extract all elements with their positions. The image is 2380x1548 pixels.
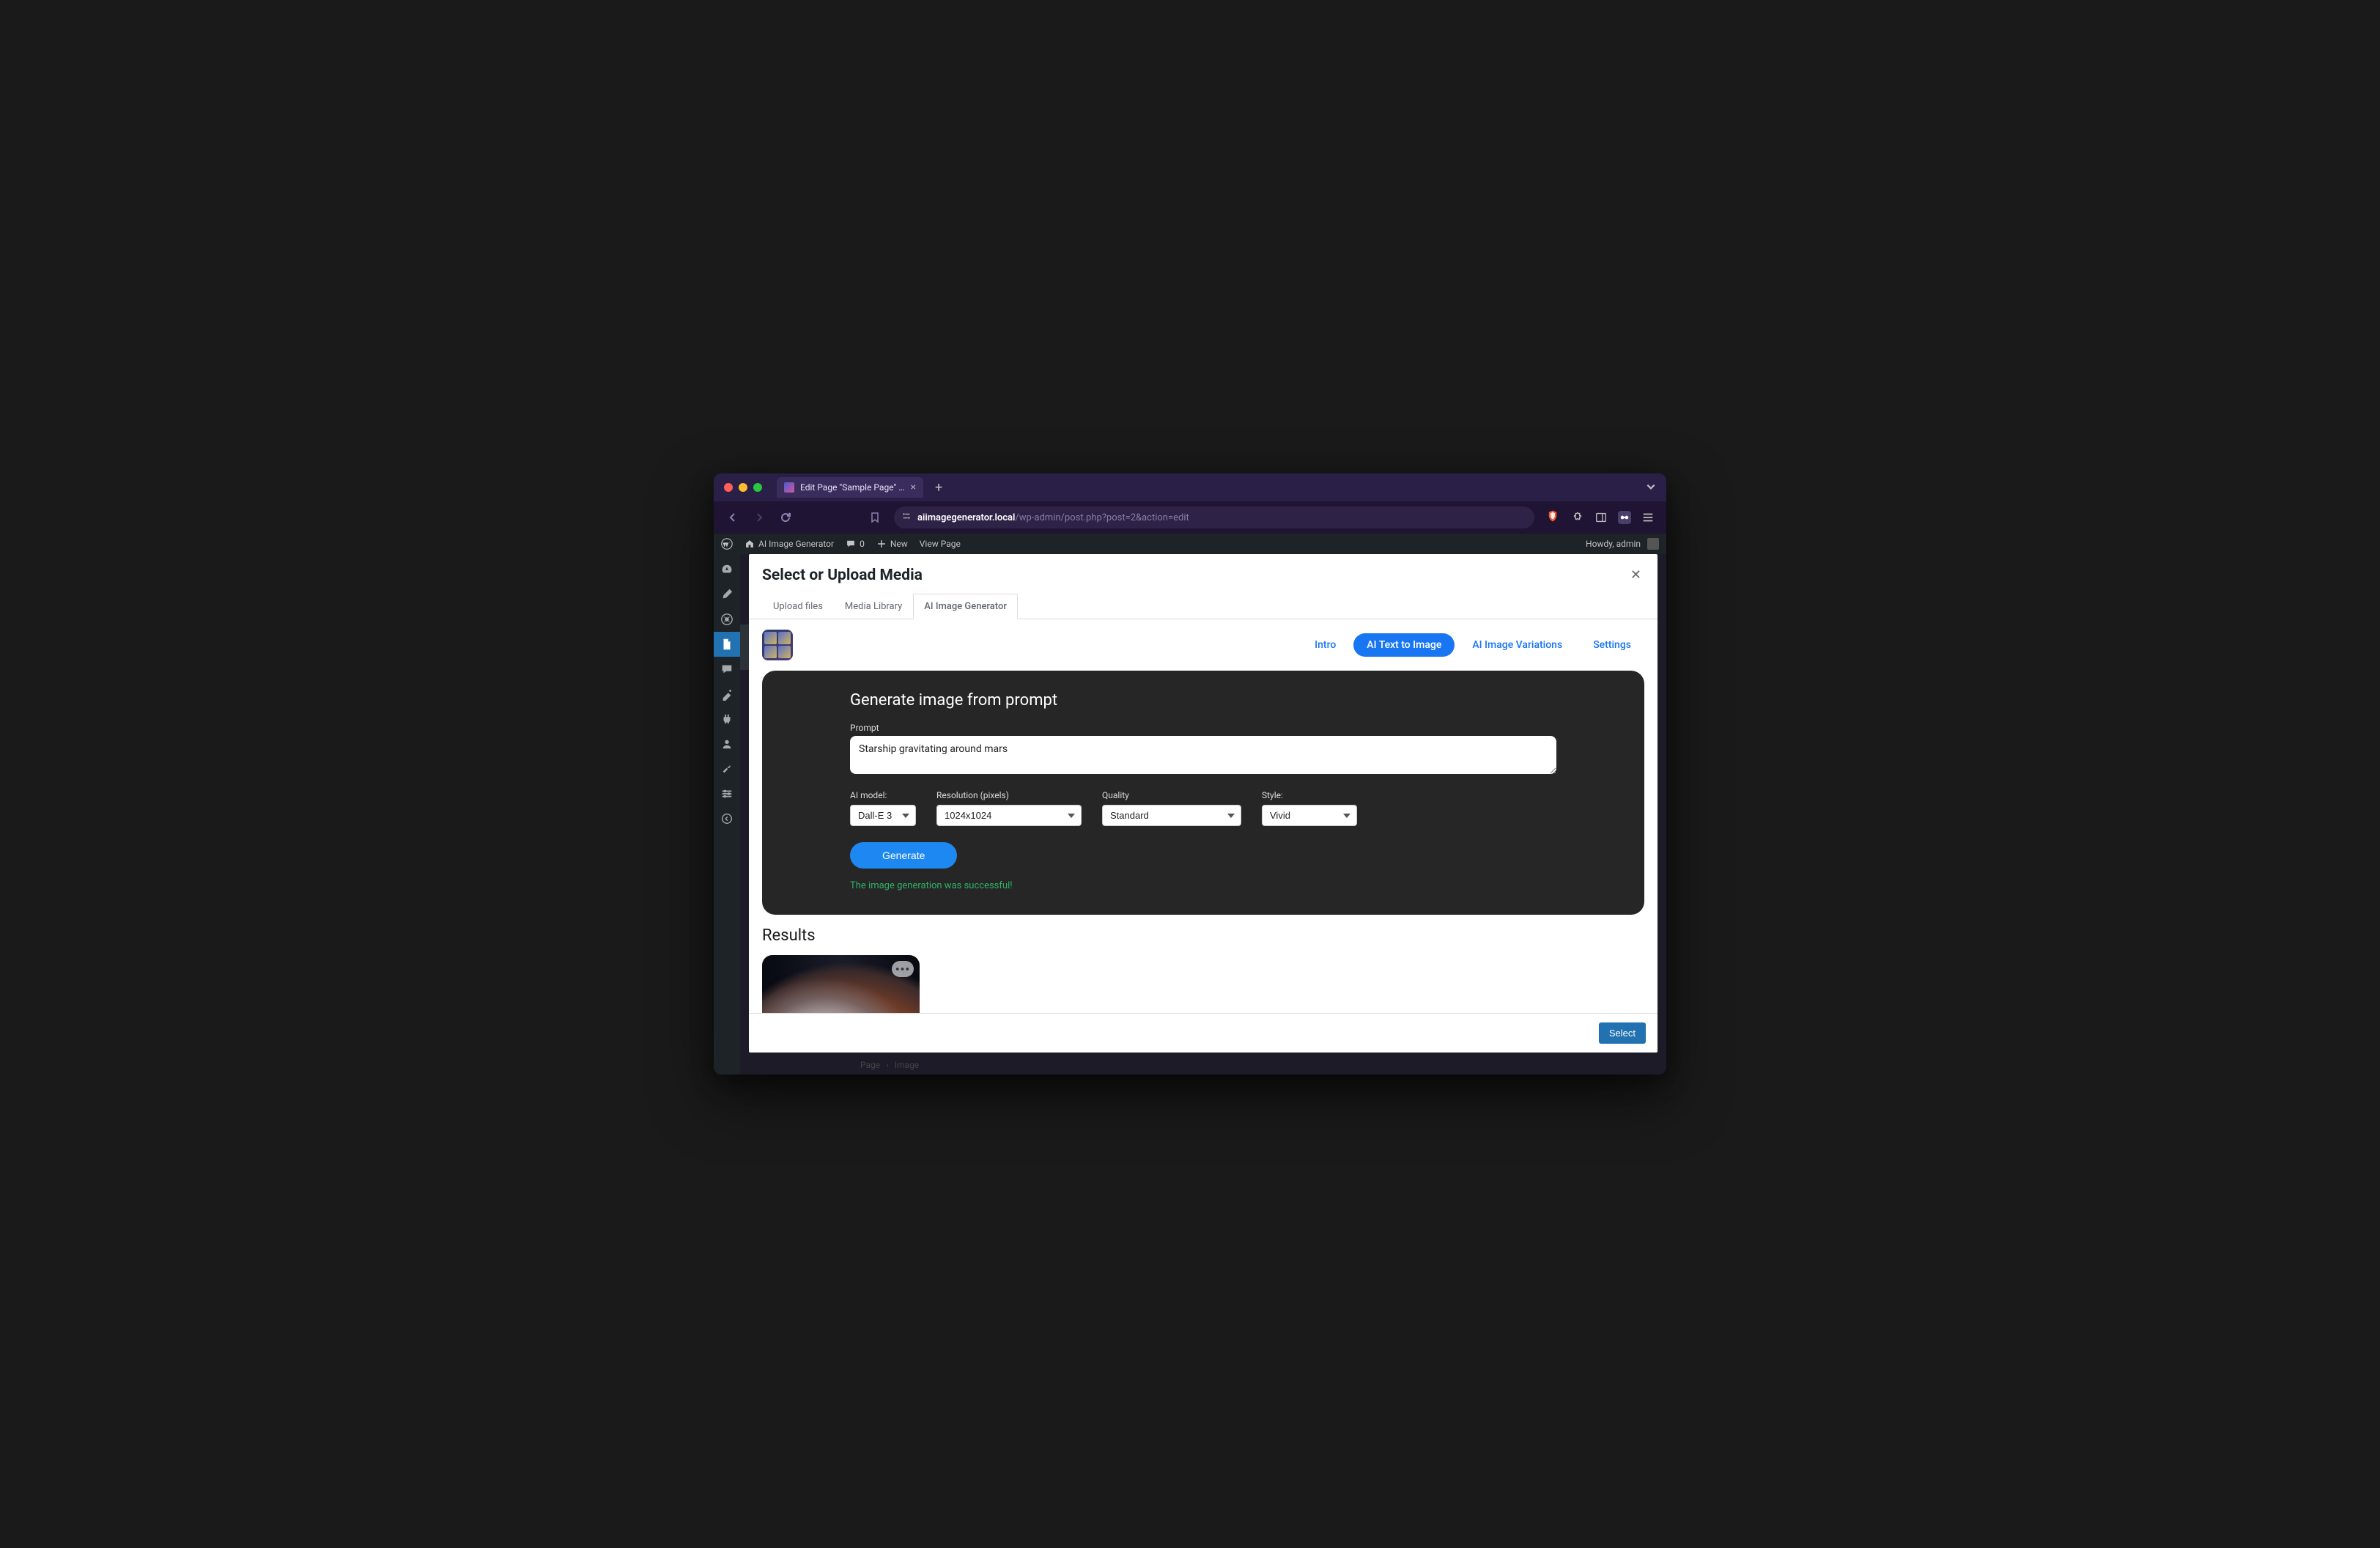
brave-shields-icon[interactable] (1546, 509, 1559, 526)
result-menu-icon[interactable]: ••• (892, 961, 914, 977)
prompt-input[interactable]: Starship gravitating around mars (850, 736, 1556, 774)
window-controls (724, 483, 762, 492)
tab-list-button[interactable] (1646, 481, 1656, 495)
modal-title: Select or Upload Media (762, 567, 923, 584)
wp-body: All Ad Page › Image Select or Upload Med… (714, 554, 1666, 1075)
browser-toolbar: aiimagegenerator.local/wp-admin/post.php… (714, 501, 1666, 534)
media-menu-icon[interactable] (714, 607, 740, 632)
new-content-link[interactable]: New (876, 539, 908, 549)
quality-select[interactable]: Standard (1102, 805, 1241, 826)
status-message: The image generation was successful! (850, 880, 1556, 891)
browser-tab[interactable]: Edit Page "Sample Page" ‹ AI × (777, 477, 923, 498)
close-icon[interactable]: ✕ (1627, 564, 1644, 586)
wp-admin-bar: AI Image Generator 0 New View Page Howdy… (714, 534, 1666, 554)
close-window-button[interactable] (724, 483, 733, 492)
generate-panel: Generate image from prompt Prompt Starsh… (762, 671, 1644, 915)
url-domain: aiimagegenerator.local (917, 512, 1015, 523)
tab-title: Edit Page "Sample Page" ‹ AI (800, 482, 905, 493)
collapse-menu-icon[interactable] (714, 806, 740, 831)
extension-nav: Intro AI Text to Image AI Image Variatio… (1301, 633, 1644, 657)
style-select[interactable]: Vivid (1262, 805, 1357, 826)
site-name-link[interactable]: AI Image Generator (744, 539, 834, 549)
modal-header: Select or Upload Media ✕ (749, 554, 1658, 593)
url-path: /wp-admin/post.php?post=2&action=edit (1015, 512, 1189, 523)
nav-intro[interactable]: Intro (1301, 633, 1349, 657)
profile-icon[interactable] (1618, 511, 1631, 524)
avatar (1647, 538, 1659, 550)
close-tab-icon[interactable]: × (911, 482, 916, 493)
view-page-link[interactable]: View Page (920, 539, 961, 549)
extension-header: Intro AI Text to Image AI Image Variatio… (749, 619, 1658, 671)
users-menu-icon[interactable] (714, 731, 740, 756)
forward-button[interactable] (752, 512, 766, 523)
comments-link[interactable]: 0 (846, 539, 865, 549)
settings-menu-icon[interactable] (714, 781, 740, 806)
extensions-icon[interactable] (1571, 511, 1584, 524)
pages-menu-icon[interactable] (714, 632, 740, 657)
panel-heading: Generate image from prompt (850, 691, 1556, 710)
nav-text-to-image[interactable]: AI Text to Image (1353, 633, 1455, 657)
tools-menu-icon[interactable] (714, 756, 740, 781)
resolution-label: Resolution (pixels) (936, 790, 1082, 800)
model-label: AI model: (850, 790, 916, 800)
tab-upload-files[interactable]: Upload files (762, 594, 834, 619)
wp-admin-sidebar (714, 554, 740, 1075)
modal-footer: Select (749, 1013, 1658, 1053)
modal-body: Intro AI Text to Image AI Image Variatio… (749, 619, 1658, 1013)
reload-button[interactable] (778, 512, 793, 523)
favicon-icon (784, 482, 794, 493)
media-modal-panel: Select or Upload Media ✕ Upload files Me… (749, 554, 1658, 1053)
results-section: Results ••• (749, 915, 1658, 1013)
nav-settings[interactable]: Settings (1580, 633, 1644, 657)
prompt-label: Prompt (850, 723, 1556, 733)
bookmark-icon[interactable] (868, 512, 882, 523)
user-greeting[interactable]: Howdy, admin (1586, 538, 1659, 550)
model-select[interactable]: Dall-E 3 (850, 805, 916, 826)
posts-menu-icon[interactable] (714, 582, 740, 607)
browser-window: Edit Page "Sample Page" ‹ AI × + aiim (714, 473, 1666, 1075)
new-tab-button[interactable]: + (931, 480, 947, 495)
modal-tabs: Upload files Media Library AI Image Gene… (749, 593, 1658, 619)
result-card[interactable]: ••• (762, 955, 920, 1013)
back-button[interactable] (725, 512, 740, 523)
plugins-menu-icon[interactable] (714, 707, 740, 731)
wp-logo-icon[interactable] (721, 538, 733, 550)
sidebar-toggle-icon[interactable] (1594, 511, 1608, 524)
site-settings-icon[interactable] (901, 511, 912, 524)
resolution-select[interactable]: 1024x1024 (936, 805, 1082, 826)
minimize-window-button[interactable] (739, 483, 747, 492)
results-heading: Results (762, 926, 1644, 945)
select-button[interactable]: Select (1599, 1022, 1646, 1044)
media-modal: Select or Upload Media ✕ Upload files Me… (740, 554, 1666, 1075)
app-menu-icon[interactable] (1641, 511, 1655, 524)
nav-image-variations[interactable]: AI Image Variations (1459, 633, 1575, 657)
tab-media-library[interactable]: Media Library (834, 594, 913, 619)
options-row: AI model: Dall-E 3 Resolution (pixels) 1… (850, 790, 1556, 826)
appearance-menu-icon[interactable] (714, 682, 740, 707)
address-bar[interactable]: aiimagegenerator.local/wp-admin/post.php… (894, 506, 1534, 528)
browser-tab-bar: Edit Page "Sample Page" ‹ AI × + (714, 473, 1666, 501)
maximize-window-button[interactable] (753, 483, 762, 492)
style-label: Style: (1262, 790, 1357, 800)
comments-menu-icon[interactable] (714, 657, 740, 682)
quality-label: Quality (1102, 790, 1241, 800)
generate-button[interactable]: Generate (850, 842, 957, 869)
extension-logo-icon (762, 630, 793, 660)
tab-ai-image-generator[interactable]: AI Image Generator (913, 594, 1018, 619)
dashboard-menu-icon[interactable] (714, 557, 740, 582)
